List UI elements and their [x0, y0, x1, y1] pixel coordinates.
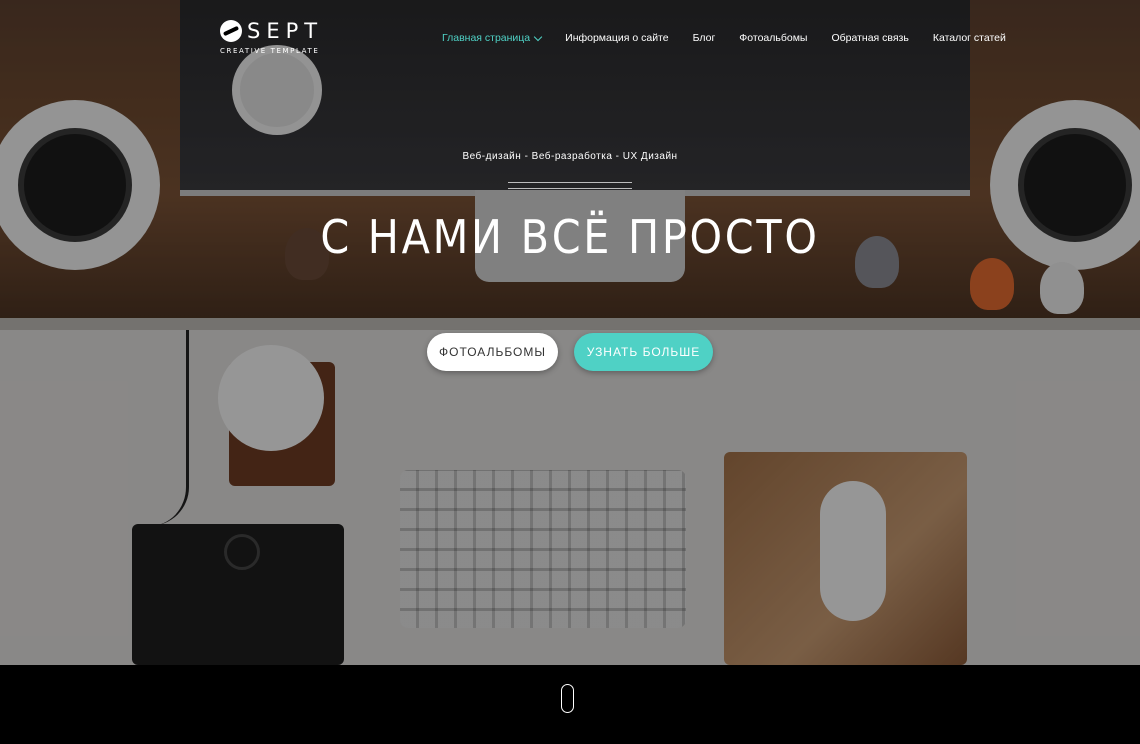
hero-section	[0, 0, 1140, 665]
nav-item-articles[interactable]: Каталог статей	[933, 30, 1006, 46]
nav-item-home[interactable]: Главная страница	[442, 30, 543, 46]
nav-item-label: Информация о сайте	[565, 32, 669, 44]
nav-item-blog[interactable]: Блог	[693, 30, 716, 46]
learn-more-button[interactable]: УЗНАТЬ БОЛЬШЕ	[574, 333, 713, 371]
nav-item-label: Каталог статей	[932, 32, 1006, 44]
logo-name: SEPT	[247, 19, 324, 43]
nav-item-albums[interactable]: Фотоальбомы	[739, 30, 807, 46]
nav-item-label: Фотоальбомы	[739, 32, 808, 44]
nav-item-label: Главная страница	[442, 32, 531, 44]
site-logo[interactable]: SEPT CREATIVE TEMPLATE	[220, 19, 324, 60]
hero-headline: С НАМИ ВСЁ ПРОСТО	[320, 210, 820, 264]
scroll-mouse-icon[interactable]	[561, 684, 574, 713]
logo-subtitle: CREATIVE TEMPLATE	[220, 47, 320, 55]
hero-divider	[508, 182, 632, 189]
hero-tagline: Веб-дизайн - Веб-разработка - UX Дизайн	[462, 151, 678, 162]
nav-item-feedback[interactable]: Обратная связь	[831, 30, 908, 46]
coffee-bean-logo-icon	[220, 20, 242, 42]
nav-item-label: Блог	[692, 32, 716, 44]
nav-item-label: Обратная связь	[831, 32, 909, 44]
main-nav: Главная страница Информация о сайте Блог…	[442, 30, 1006, 46]
albums-button[interactable]: ФОТОАЛЬБОМЫ	[427, 333, 558, 371]
nav-item-about[interactable]: Информация о сайте	[565, 30, 668, 46]
chevron-down-icon	[533, 32, 543, 41]
hero-overlay	[0, 0, 1140, 665]
